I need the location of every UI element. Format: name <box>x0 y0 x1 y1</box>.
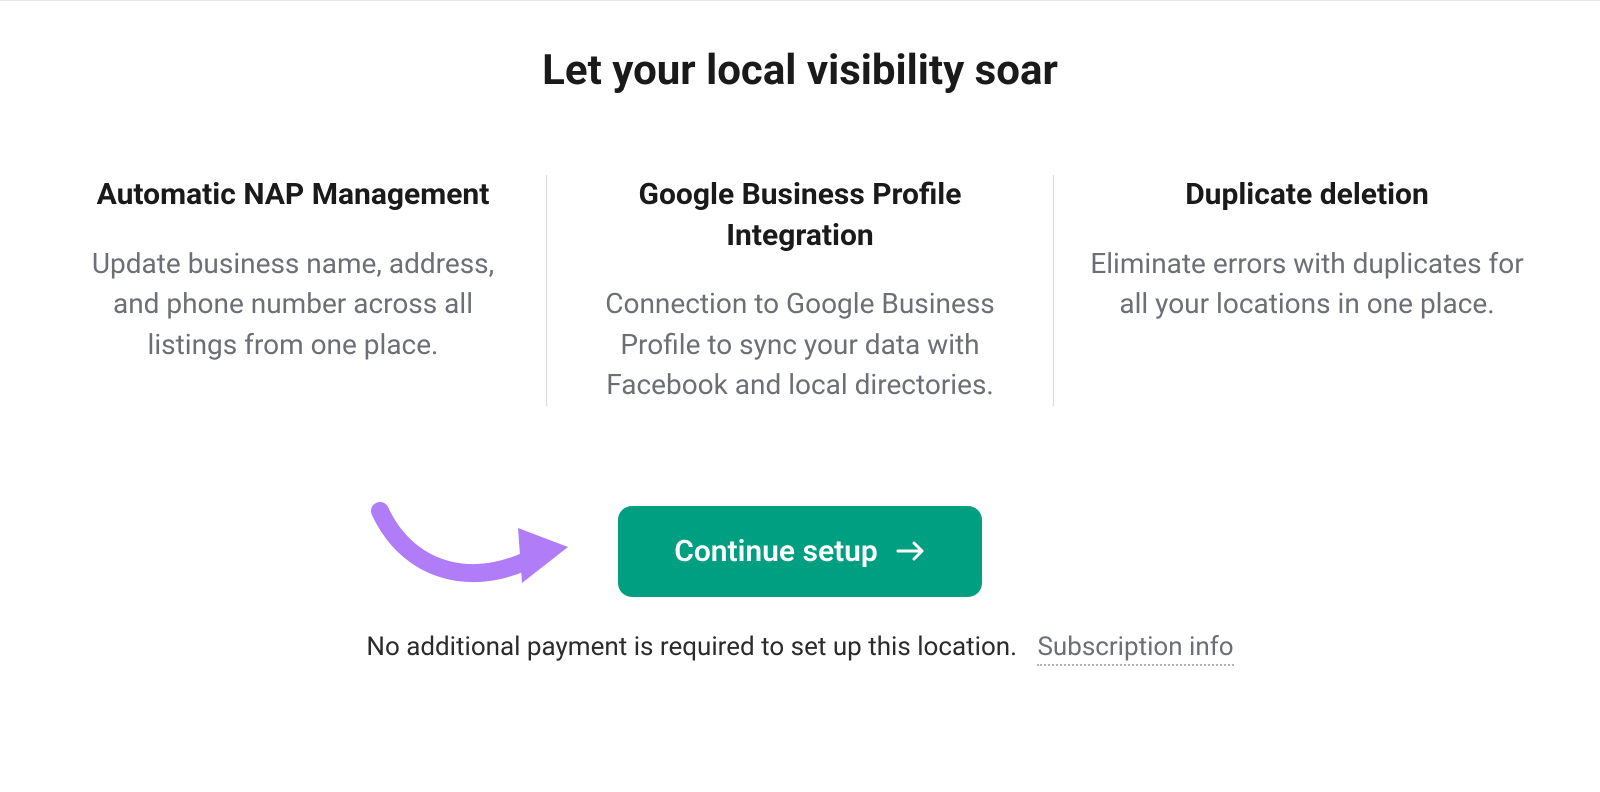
continue-setup-button[interactable]: Continue setup <box>618 506 982 597</box>
cta-wrap: Continue setup <box>40 506 1560 597</box>
feature-desc: Update business name, address, and phone… <box>74 244 512 366</box>
features-row: Automatic NAP Management Update business… <box>40 175 1560 406</box>
feature-nap: Automatic NAP Management Update business… <box>40 175 546 406</box>
feature-desc: Connection to Google Business Profile to… <box>581 284 1019 406</box>
footer-note-text: No additional payment is required to set… <box>366 632 1017 662</box>
arrow-right-icon <box>896 539 926 563</box>
feature-gbp: Google Business Profile Integration Conn… <box>547 175 1053 406</box>
continue-setup-label: Continue setup <box>674 534 878 569</box>
page-title: Let your local visibility soar <box>40 46 1560 95</box>
feature-title: Google Business Profile Integration <box>581 175 1019 256</box>
feature-duplicate: Duplicate deletion Eliminate errors with… <box>1054 175 1560 406</box>
subscription-info-link[interactable]: Subscription info <box>1037 632 1233 666</box>
feature-desc: Eliminate errors with duplicates for all… <box>1088 244 1526 325</box>
feature-title: Duplicate deletion <box>1088 175 1526 216</box>
feature-title: Automatic NAP Management <box>74 175 512 216</box>
annotation-arrow-icon <box>370 496 590 606</box>
footer-note: No additional payment is required to set… <box>40 632 1560 662</box>
